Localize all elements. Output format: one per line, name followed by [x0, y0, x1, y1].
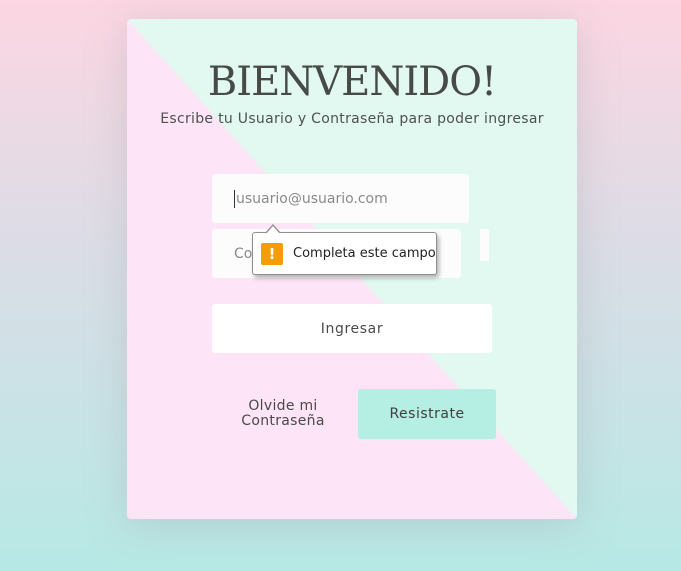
warning-icon: !	[261, 242, 283, 265]
password-toggle[interactable]	[480, 229, 489, 261]
register-button[interactable]: Resistrate	[358, 389, 496, 439]
page-title: BIENVENIDO!	[207, 59, 497, 105]
login-button[interactable]: Ingresar	[212, 304, 492, 353]
text-caret	[234, 189, 235, 208]
username-input[interactable]: usuario@usuario.com	[212, 174, 469, 223]
password-placeholder: Co	[234, 245, 253, 262]
tooltip-message: Completa este campo	[293, 246, 436, 261]
validation-tooltip: ! Completa este campo	[252, 224, 437, 275]
forgot-password-link[interactable]: Olvide mi Contraseña	[227, 399, 339, 429]
page-subtitle: Escribe tu Usuario y Contraseña para pod…	[160, 111, 544, 127]
username-placeholder: usuario@usuario.com	[236, 190, 388, 207]
